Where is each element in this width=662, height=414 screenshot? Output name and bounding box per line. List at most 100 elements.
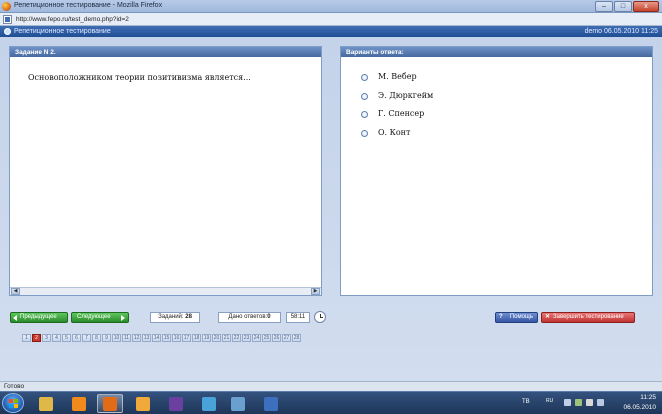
finish-icon: ✕ (545, 314, 551, 320)
answer-option[interactable]: О. Конт (361, 128, 410, 137)
answers-header: Варианты ответа: (341, 47, 652, 57)
page-button[interactable]: 7 (82, 334, 91, 342)
answered-label: Дано ответов: (228, 314, 268, 320)
page-button[interactable]: 21 (222, 334, 231, 342)
status-bar: Готово (0, 381, 662, 391)
page-button[interactable]: 27 (282, 334, 291, 342)
page-button[interactable]: 16 (172, 334, 181, 342)
page-button[interactable]: 23 (242, 334, 251, 342)
answer-label[interactable]: Э. Дюркгейм (378, 91, 433, 100)
radio-button[interactable] (361, 93, 368, 100)
start-button[interactable] (2, 393, 24, 413)
answer-label[interactable]: М. Вебер (378, 72, 417, 81)
address-bar[interactable]: http://www.fepo.ru/test_demo.php?id=2 (0, 13, 662, 26)
scroll-right-icon[interactable]: ▶ (311, 288, 320, 295)
help-button[interactable]: ? Помощь (495, 312, 538, 323)
taskbar-app-button[interactable] (97, 394, 123, 413)
network-tray-icon[interactable] (575, 399, 582, 406)
minimize-button[interactable]: – (595, 1, 613, 12)
network-icon (202, 396, 216, 411)
window-title-bar: Репетиционное тестирование - Mozilla Fir… (0, 0, 662, 13)
page-favicon-icon (3, 15, 12, 24)
page-button[interactable]: 20 (212, 334, 221, 342)
firefox-icon (2, 2, 11, 11)
page-button[interactable]: 3 (42, 334, 51, 342)
page-button[interactable]: 12 (132, 334, 141, 342)
taskbar-app-button[interactable] (163, 394, 189, 413)
page-button[interactable]: 26 (272, 334, 281, 342)
taskbar-app-button[interactable] (66, 394, 92, 413)
radio-button[interactable] (361, 130, 368, 137)
firefox-icon (103, 396, 117, 411)
question-header: Задание N 2. (10, 47, 321, 57)
page-button[interactable]: 6 (72, 334, 81, 342)
answer-label[interactable]: О. Конт (378, 128, 410, 137)
vlc-icon (72, 396, 86, 411)
radio-button[interactable] (361, 111, 368, 118)
clock-icon (314, 311, 326, 323)
window-controls: – □ x (595, 1, 659, 12)
document-icon (264, 396, 278, 411)
answer-option[interactable]: Г. Спенсер (361, 109, 424, 118)
keyboard-layout[interactable]: RU (546, 398, 553, 404)
taskbar: TB RU 11:25 06.05.2010 (0, 391, 662, 414)
next-label: Следующее (77, 314, 111, 320)
page-button[interactable]: 5 (62, 334, 71, 342)
radio-button[interactable] (361, 74, 368, 81)
page-button[interactable]: 2 (32, 334, 41, 342)
taskbar-app-button[interactable] (258, 394, 284, 413)
page-button[interactable]: 4 (52, 334, 61, 342)
page-button[interactable]: 14 (152, 334, 161, 342)
page-button[interactable]: 25 (262, 334, 271, 342)
taskbar-app-button[interactable] (225, 394, 251, 413)
media-player-icon (136, 396, 150, 411)
app-header: Репетиционное тестирование demo 06.05.20… (0, 26, 662, 37)
tasks-counter: Заданий: 28 (150, 312, 200, 323)
volume-icon[interactable] (586, 399, 593, 406)
page-button[interactable]: 1 (22, 334, 31, 342)
finish-test-button[interactable]: ✕ Завершить тестирование (541, 312, 635, 323)
taskbar-app-button[interactable] (130, 394, 156, 413)
close-button[interactable]: x (633, 1, 659, 12)
horizontal-scrollbar[interactable]: ◀ ▶ (10, 287, 321, 295)
status-text: Готово (4, 383, 25, 390)
app-title: Репетиционное тестирование (14, 27, 111, 35)
windows-logo-icon (9, 399, 18, 408)
page-button[interactable]: 24 (252, 334, 261, 342)
page-button[interactable]: 19 (202, 334, 211, 342)
page-button[interactable]: 28 (292, 334, 301, 342)
screen-icon (231, 396, 245, 411)
taskbar-app-button[interactable] (196, 394, 222, 413)
answer-option[interactable]: Э. Дюркгейм (361, 91, 433, 100)
page-button[interactable]: 22 (232, 334, 241, 342)
page-button[interactable]: 17 (182, 334, 191, 342)
taskbar-app-button[interactable] (33, 394, 59, 413)
page-button[interactable]: 9 (102, 334, 111, 342)
monitor-icon[interactable] (597, 399, 604, 406)
clock-time[interactable]: 11:25 (640, 394, 656, 401)
answer-option[interactable]: М. Вебер (361, 72, 417, 81)
flag-icon[interactable] (564, 399, 571, 406)
scroll-left-icon[interactable]: ◀ (11, 288, 20, 295)
answer-label[interactable]: Г. Спенсер (378, 109, 424, 118)
previous-button[interactable]: Предыдущее (10, 312, 68, 323)
page-button[interactable]: 10 (112, 334, 121, 342)
system-tray: TB RU 11:25 06.05.2010 (512, 392, 662, 414)
help-icon: ? (499, 314, 503, 320)
question-pager: 1 2 3 4 5 6 7 8 9 10 11 12 13 14 15 16 17 18 19 20 21 22 23 24 2… (22, 334, 301, 342)
tasks-count: 28 (185, 314, 192, 320)
answers-panel: Варианты ответа: М. Вебер Э. Дюркгейм Г.… (340, 46, 653, 296)
maximize-button[interactable]: □ (614, 1, 632, 12)
clock-date[interactable]: 06.05.2010 (623, 404, 656, 411)
page-button[interactable]: 15 (162, 334, 171, 342)
main-area: Задание N 2. Основоположником теории поз… (0, 37, 662, 381)
page-button[interactable]: 18 (192, 334, 201, 342)
url-text[interactable]: http://www.fepo.ru/test_demo.php?id=2 (16, 16, 129, 23)
next-button[interactable]: Следующее (71, 312, 129, 323)
language-indicator[interactable]: TB (522, 399, 530, 405)
answered-counter: Дано ответов:0 (218, 312, 281, 323)
page-button[interactable]: 8 (92, 334, 101, 342)
page-button[interactable]: 11 (122, 334, 131, 342)
page-button[interactable]: 13 (142, 334, 151, 342)
arrow-left-icon (13, 315, 17, 321)
